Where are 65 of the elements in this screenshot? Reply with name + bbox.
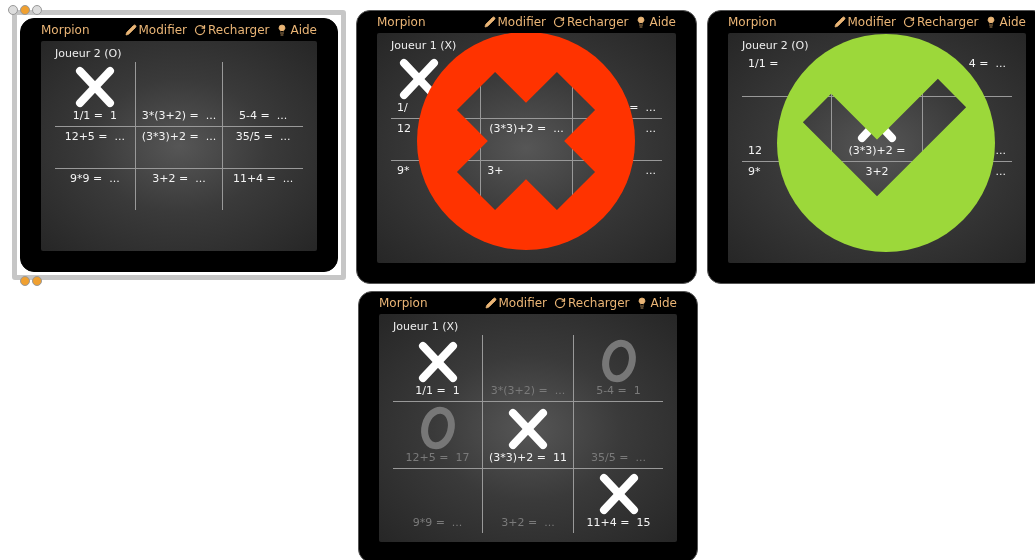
- equation-text: 11+4 = 15: [586, 516, 651, 530]
- widget-title: Morpion: [728, 15, 777, 29]
- toolbar-button[interactable]: Modifier: [833, 15, 897, 29]
- toolbar-button[interactable]: Aide: [985, 15, 1026, 29]
- equation-text: (3*3)+2 =: [848, 144, 906, 158]
- equation-text: ...: [995, 144, 1006, 158]
- equation-text: 35/5 = ...: [591, 451, 646, 465]
- pencil-icon: [124, 24, 137, 36]
- equation-text: 12: [397, 122, 411, 136]
- equation-text: (3*3)+2 = 11: [489, 451, 567, 465]
- equation-text: 12: [748, 144, 762, 158]
- equation-text: 12+5 = 17: [405, 451, 470, 465]
- player-label: Joueur 1 (X): [391, 39, 457, 52]
- reload-icon: [194, 24, 207, 36]
- equation-text: 9*9 = ...: [412, 516, 463, 530]
- widget-title: Morpion: [379, 296, 428, 310]
- equation-text: ...: [995, 165, 1006, 179]
- player-label: Joueur 2 (O): [742, 39, 809, 52]
- pencil-icon: [483, 16, 496, 28]
- equation-text: 3*(3+2) = ...: [141, 109, 217, 123]
- toolbar-button[interactable]: Recharger: [554, 296, 630, 310]
- toolbar-button[interactable]: Modifier: [484, 296, 548, 310]
- reload-icon: [553, 16, 566, 28]
- equation-text: 5-4 = ...: [239, 109, 288, 123]
- equation-text: = ...: [629, 101, 656, 115]
- toolbar-button[interactable]: Modifier: [124, 23, 188, 37]
- equation-text: 11+4 = ...: [232, 172, 294, 186]
- player-label: Joueur 1 (X): [393, 320, 459, 333]
- equation-text: 1/1 =: [748, 57, 779, 71]
- equation-text: ...: [645, 164, 656, 178]
- player-label: Joueur 2 (O): [55, 47, 122, 60]
- pencil-icon: [833, 16, 846, 28]
- equation-text: 1/1 = 1: [415, 384, 460, 398]
- equation-text: 1/1 = 1: [72, 109, 118, 123]
- equation-text: 1/: [397, 101, 408, 115]
- equation-text: 9*: [397, 164, 410, 178]
- widget-title: Morpion: [377, 15, 426, 29]
- equation-text: (3*3)+2 = ...: [141, 130, 217, 144]
- equation-text: 4 = ...: [968, 57, 1006, 71]
- toolbar-button[interactable]: Aide: [636, 296, 677, 310]
- equation-text: 9*9 = ...: [70, 172, 120, 186]
- equation-text: 3+: [487, 164, 504, 178]
- equation-text: ...: [645, 122, 656, 136]
- lightbulb-icon: [635, 16, 648, 28]
- toolbar-button[interactable]: Recharger: [194, 23, 270, 37]
- toolbar-button[interactable]: Recharger: [903, 15, 979, 29]
- toolbar-button[interactable]: Modifier: [483, 15, 547, 29]
- toolbar-button[interactable]: Aide: [635, 15, 676, 29]
- equation-text: 3+2 = ...: [152, 172, 206, 186]
- toolbar-button[interactable]: Aide: [276, 23, 317, 37]
- equation-text: 35/5 = ...: [235, 130, 291, 144]
- equation-text: 3+2: [865, 165, 889, 179]
- equation-text: 12+5 = ...: [64, 130, 126, 144]
- equation-text: 5-4 = 1: [596, 384, 641, 398]
- equation-text: 9*: [748, 165, 761, 179]
- pencil-icon: [484, 297, 497, 309]
- lightbulb-icon: [276, 24, 289, 36]
- lightbulb-icon: [985, 16, 998, 28]
- reload-icon: [903, 16, 916, 28]
- lightbulb-icon: [636, 297, 649, 309]
- toolbar-button[interactable]: Recharger: [553, 15, 629, 29]
- equation-text: 3+2 = ...: [501, 516, 555, 530]
- equation-text: (3*3)+2 = ...: [489, 122, 564, 136]
- widget-title: Morpion: [41, 23, 90, 37]
- reload-icon: [554, 297, 567, 309]
